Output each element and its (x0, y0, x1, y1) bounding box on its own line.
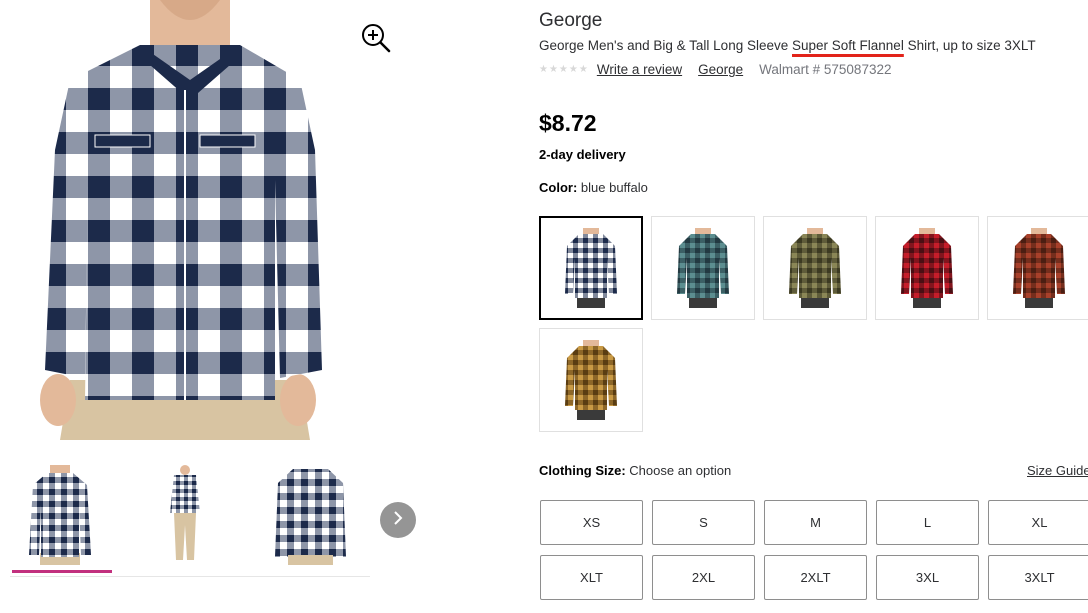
image-thumbnails (10, 462, 370, 577)
carousel-next-button[interactable] (380, 502, 416, 538)
main-product-image[interactable] (0, 0, 370, 440)
color-swatch[interactable] (875, 216, 979, 320)
color-selection-label: Color: blue buffalo (539, 180, 648, 195)
brand-link[interactable]: George (698, 62, 743, 77)
size-option-button[interactable]: XL (988, 500, 1088, 545)
shirt-swatch-image (789, 228, 841, 308)
item-number: Walmart # 575087322 (759, 62, 892, 77)
color-swatch[interactable] (651, 216, 755, 320)
chevron-right-icon (391, 510, 405, 531)
color-value: blue buffalo (580, 180, 648, 195)
thumbnail-front[interactable] (10, 462, 112, 573)
size-option-button[interactable]: XLT (540, 555, 643, 600)
write-review-link[interactable]: Write a review (597, 62, 682, 77)
shirt-swatch-image (901, 228, 953, 308)
thumbnail-full-body[interactable] (135, 462, 235, 567)
title-highlight: Super Soft Flannel (792, 38, 904, 53)
size-option-button[interactable]: 2XL (652, 555, 755, 600)
rating-stars-icon: ★★★★★ (539, 64, 589, 75)
color-swatch[interactable] (987, 216, 1088, 320)
zoom-in-button[interactable] (360, 22, 392, 54)
size-option-button[interactable]: M (764, 500, 867, 545)
size-option-button[interactable]: S (652, 500, 755, 545)
size-selection-label: Clothing Size: Choose an option (539, 463, 731, 478)
size-guide-link[interactable]: Size Guide (1027, 463, 1088, 478)
size-option-button[interactable]: 2XLT (764, 555, 867, 600)
size-option-button[interactable]: XS (540, 500, 643, 545)
price: $8.72 (539, 110, 597, 136)
zoom-in-icon (360, 24, 392, 58)
product-brand: George (539, 10, 603, 31)
product-title: George Men's and Big & Tall Long Sleeve … (539, 38, 1036, 53)
size-option-button[interactable]: 3XL (876, 555, 979, 600)
color-swatch[interactable] (539, 216, 643, 320)
thumbnail-back[interactable] (260, 462, 360, 567)
size-label: Clothing Size: (539, 463, 626, 478)
shirt-swatch-image (565, 228, 617, 308)
delivery-info: 2-day delivery (539, 147, 626, 162)
product-meta-row: ★★★★★ Write a review George Walmart # 57… (539, 62, 891, 77)
shirt-swatch-image (677, 228, 729, 308)
size-option-button[interactable]: L (876, 500, 979, 545)
color-swatch[interactable] (763, 216, 867, 320)
size-value: Choose an option (629, 463, 732, 478)
shirt-swatch-image (565, 340, 617, 420)
title-part: Shirt, up to size 3XLT (903, 38, 1036, 53)
shirt-swatch-image (1013, 228, 1065, 308)
color-swatch[interactable] (539, 328, 643, 432)
title-part: George Men's and Big & Tall Long Sleeve (539, 38, 792, 53)
color-label: Color: (539, 180, 578, 195)
size-option-button[interactable]: 3XLT (988, 555, 1088, 600)
